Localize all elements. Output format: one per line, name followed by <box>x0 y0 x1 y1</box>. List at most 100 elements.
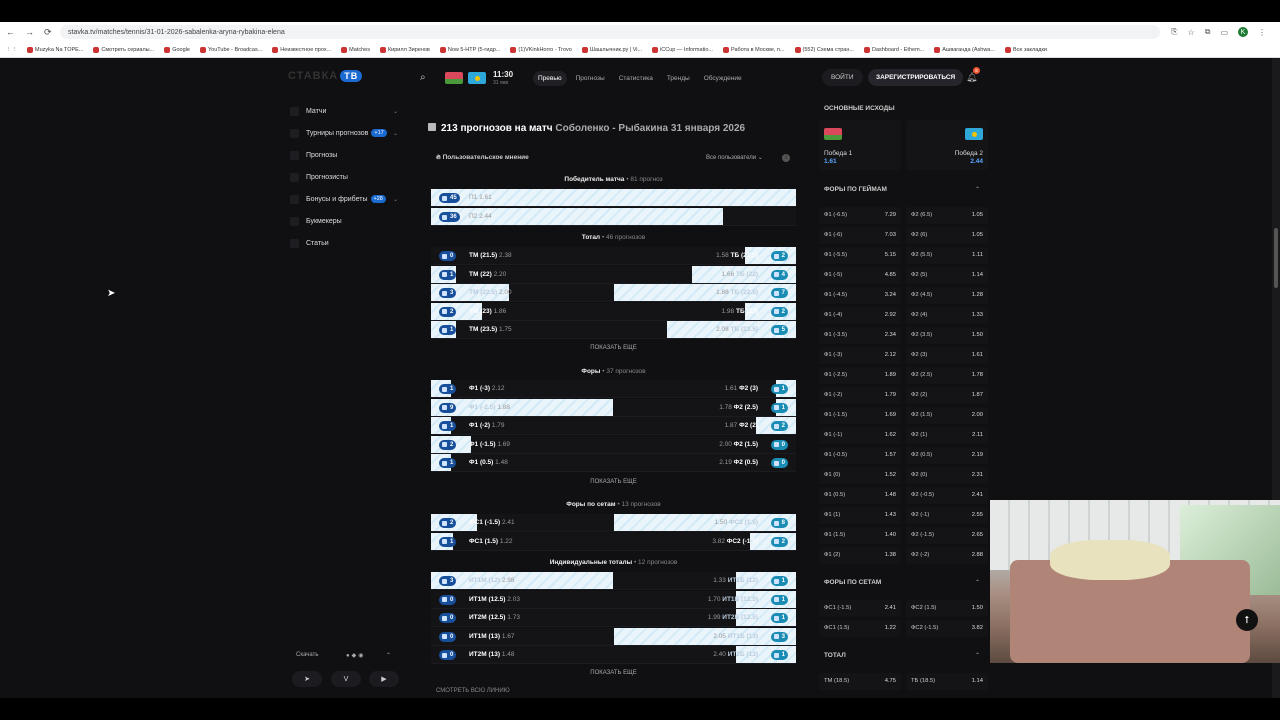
forecast-row[interactable]: 0 ИТ2М (13) 1.48 2.40 ИТ2Б (13) 1 <box>431 646 796 664</box>
forecast-row[interactable]: 1 Ф1 (-3) 2.12 1.61 Ф2 (3) 1 <box>431 380 796 398</box>
app-store-icons[interactable]: ●◆◉ <box>346 652 365 659</box>
odds-cell[interactable]: Ф1 (1.5) 1.40 <box>819 527 901 544</box>
forecast-row[interactable]: 0 ТМ (21.5) 2.38 1.58 ТБ (21.5) 2 <box>431 247 796 265</box>
tab-discussion[interactable]: Обсуждение <box>699 71 747 86</box>
odds-cell[interactable]: Ф1 (-3) 2.12 <box>819 347 901 364</box>
star-icon[interactable]: ☆ <box>1188 28 1195 37</box>
odds-cell[interactable]: Ф1 (1) 1.43 <box>819 507 901 524</box>
odds-cell[interactable]: Ф1 (0) 1.52 <box>819 467 901 484</box>
forecast-row[interactable]: 9 Ф1 (-2.5) 1.88 1.78 Ф2 (2.5) 1 <box>431 398 796 417</box>
sidebar-item[interactable]: Турниры прогнозов +17 ⌄ <box>290 122 402 144</box>
odds-cell[interactable]: Ф1 (-1.5) 1.69 <box>819 407 901 424</box>
chevron-up-icon[interactable]: ⌃ <box>386 652 391 659</box>
forecast-row[interactable]: 3 ТМ (22.5) 2.00 1.88 ТБ (22.5) 7 <box>431 284 796 302</box>
see-all-line-link[interactable]: СМОТРЕТЬ ВСЮ ЛИНИЮ <box>436 688 510 694</box>
bookmark-item[interactable]: Шашлычник.ру | Vi... <box>581 46 642 53</box>
show-more-button[interactable]: ПОКАЗАТЬ ЕЩЕ <box>431 345 796 351</box>
outcome-win2[interactable]: Победа 2 2.44 <box>906 120 988 170</box>
sidebar-item[interactable]: Бонусы и фрибеты +28 ⌄ <box>290 188 402 210</box>
odds-cell[interactable]: Ф1 (-2.5) 1.89 <box>819 367 901 384</box>
odds-cell[interactable]: Ф2 (4.5) 1.28 <box>906 287 988 304</box>
forecast-row[interactable]: 0 ИТ2М (12.5) 1.73 1.99 ИТ2Б (12.5) 1 <box>431 609 796 627</box>
bookmark-item[interactable]: Dashboard - Ethem... <box>863 46 924 53</box>
forecast-row[interactable]: 0 ИТ1М (13) 1.67 2.05 ИТ1Б (13) 3 <box>431 627 796 646</box>
forecast-row[interactable]: 36 П2 2.44 <box>431 208 796 226</box>
back-icon[interactable]: ← <box>6 27 15 38</box>
odds-cell[interactable]: ФС2 (1.5) 1.50 <box>906 600 988 617</box>
bookmark-item[interactable]: Matches <box>341 46 370 53</box>
odds-cell[interactable]: Ф1 (-4.5) 3.24 <box>819 287 901 304</box>
forecast-row[interactable]: 1 ТМ (22) 2.20 1.66 ТБ (22) 4 <box>431 265 796 284</box>
odds-cell[interactable]: ФС2 (-1.5) 3.82 <box>906 620 988 637</box>
odds-cell[interactable]: Ф1 (-4) 2.92 <box>819 307 901 324</box>
odds-cell[interactable]: Ф1 (-1) 1.62 <box>819 427 901 444</box>
install-icon[interactable]: ⎘ <box>1171 27 1177 37</box>
odds-cell[interactable]: Ф1 (2) 1.38 <box>819 547 901 564</box>
forecast-row[interactable]: 1 Ф1 (-2) 1.79 1.87 Ф2 (2) 2 <box>431 417 796 435</box>
odds-cell[interactable]: Ф2 (6.5) 1.05 <box>906 207 988 224</box>
odds-cell[interactable]: Ф1 (-5.5) 5.15 <box>819 247 901 264</box>
tab-forecasts[interactable]: Прогнозы <box>571 71 610 86</box>
odds-cell[interactable]: Ф1 (-5) 4.85 <box>819 267 901 284</box>
odds-cell[interactable]: Ф2 (3) 1.61 <box>906 347 988 364</box>
bookmark-item[interactable]: Все закладки <box>1004 46 1047 53</box>
bookmark-item[interactable]: Now 5-HTP (5-гидр... <box>439 46 500 53</box>
odds-cell[interactable]: Ф1 (-2) 1.79 <box>819 387 901 404</box>
address-bar[interactable]: stavka.tv/matches/tennis/31-01-2026-saba… <box>60 25 1160 39</box>
telegram-icon[interactable]: ➤ <box>292 671 322 687</box>
forward-icon[interactable]: → <box>25 27 34 38</box>
forecast-row[interactable]: 1 ФС1 (1.5) 1.22 3.82 ФС2 (-1.5) 2 <box>431 532 796 551</box>
odds-cell[interactable]: Ф2 (5.5) 1.11 <box>906 247 988 264</box>
extensions-icon[interactable]: ⧉ <box>1205 27 1211 37</box>
bookmark-item[interactable]: YouTube - Broadcas... <box>199 46 262 53</box>
odds-cell[interactable]: Ф2 (-0.5) 2.41 <box>906 487 988 504</box>
users-filter-dropdown[interactable]: Все пользователи ⌄ <box>706 154 763 161</box>
odds-cell[interactable]: Ф1 (-0.5) 1.57 <box>819 447 901 464</box>
odds-cell[interactable]: ФС1 (-1.5) 2.41 <box>819 600 901 617</box>
odds-cell[interactable]: Ф2 (0.5) 2.19 <box>906 447 988 464</box>
chevron-up-icon[interactable]: ⌃ <box>975 186 980 193</box>
sidebar-item[interactable]: Матчи ⌄ <box>290 100 402 122</box>
forecast-row[interactable]: 2 ФС1 (-1.5) 2.41 1.50 ФС2 (1.5) 8 <box>431 514 796 532</box>
search-icon[interactable]: ⌕ <box>420 72 426 83</box>
odds-cell[interactable]: Ф2 (5) 1.14 <box>906 267 988 284</box>
forecast-row[interactable]: 45 П1 1.61 <box>431 189 796 207</box>
vk-icon[interactable]: ᐯ <box>331 671 361 687</box>
scrollbar-thumb[interactable] <box>1274 228 1278 288</box>
bookmark-item[interactable]: iCCup — Informatio... <box>652 46 713 53</box>
bookmark-item[interactable]: Google <box>164 46 190 53</box>
odds-cell[interactable]: Ф2 (-1.5) 2.65 <box>906 527 988 544</box>
odds-cell[interactable]: ТМ (18.5) 4.75 <box>819 673 901 690</box>
bookmark-item[interactable]: Muzyka Na TOPE... <box>27 46 83 53</box>
forecast-row[interactable]: 3 ИТ1М (12) 2.98 1.33 ИТ1Б (12) 1 <box>431 572 796 590</box>
tab-stats[interactable]: Статистика <box>614 71 658 86</box>
bookmark-item[interactable]: Кирилл Зиренов <box>379 46 430 53</box>
site-logo[interactable]: СТАВКА ТВ <box>288 70 363 82</box>
bookmark-item[interactable]: Неизвестное прох... <box>272 46 331 53</box>
odds-cell[interactable]: Ф2 (1.5) 2.00 <box>906 407 988 424</box>
odds-cell[interactable]: Ф2 (6) 1.05 <box>906 227 988 244</box>
forecast-row[interactable]: 2 ТМ (23) 1.86 1.98 ТБ (23) 2 <box>431 302 796 321</box>
tab-preview[interactable]: Превью <box>533 71 567 86</box>
login-button[interactable]: ВОЙТИ <box>822 69 863 86</box>
sidebar-item[interactable]: Статьи <box>290 232 402 254</box>
odds-cell[interactable]: Ф1 (-6.5) 7.29 <box>819 207 901 224</box>
odds-cell[interactable]: Ф2 (3.5) 1.50 <box>906 327 988 344</box>
bookmark-item[interactable]: (1)VKinkHorro - Trovo <box>510 46 572 53</box>
odds-cell[interactable]: Ф2 (0) 2.31 <box>906 467 988 484</box>
odds-cell[interactable]: ТБ (18.5) 1.14 <box>906 673 988 690</box>
odds-cell[interactable]: Ф2 (-1) 2.55 <box>906 507 988 524</box>
odds-cell[interactable]: Ф1 (-6) 7.03 <box>819 227 901 244</box>
forecast-row[interactable]: 0 ИТ1М (12.5) 2.03 1.70 ИТ1Б (12.5) 1 <box>431 590 796 609</box>
forecast-row[interactable]: 1 ТМ (23.5) 1.75 2.08 ТБ (23.5) 5 <box>431 321 796 339</box>
menu-icon[interactable]: ⋮ <box>1258 28 1266 37</box>
odds-cell[interactable]: Ф1 (0.5) 1.48 <box>819 487 901 504</box>
youtube-icon[interactable]: ▶ <box>369 671 399 687</box>
odds-cell[interactable]: Ф1 (-3.5) 2.34 <box>819 327 901 344</box>
outcome-win1[interactable]: Победа 1 1.61 <box>819 120 901 170</box>
info-icon[interactable]: i <box>782 154 790 162</box>
register-button[interactable]: ЗАРЕГИСТРИРОВАТЬСЯ <box>868 69 964 86</box>
show-more-button[interactable]: ПОКАЗАТЬ ЕЩЕ <box>431 479 796 485</box>
odds-cell[interactable]: Ф2 (4) 1.33 <box>906 307 988 324</box>
sidebar-item[interactable]: Прогнозы <box>290 144 402 166</box>
